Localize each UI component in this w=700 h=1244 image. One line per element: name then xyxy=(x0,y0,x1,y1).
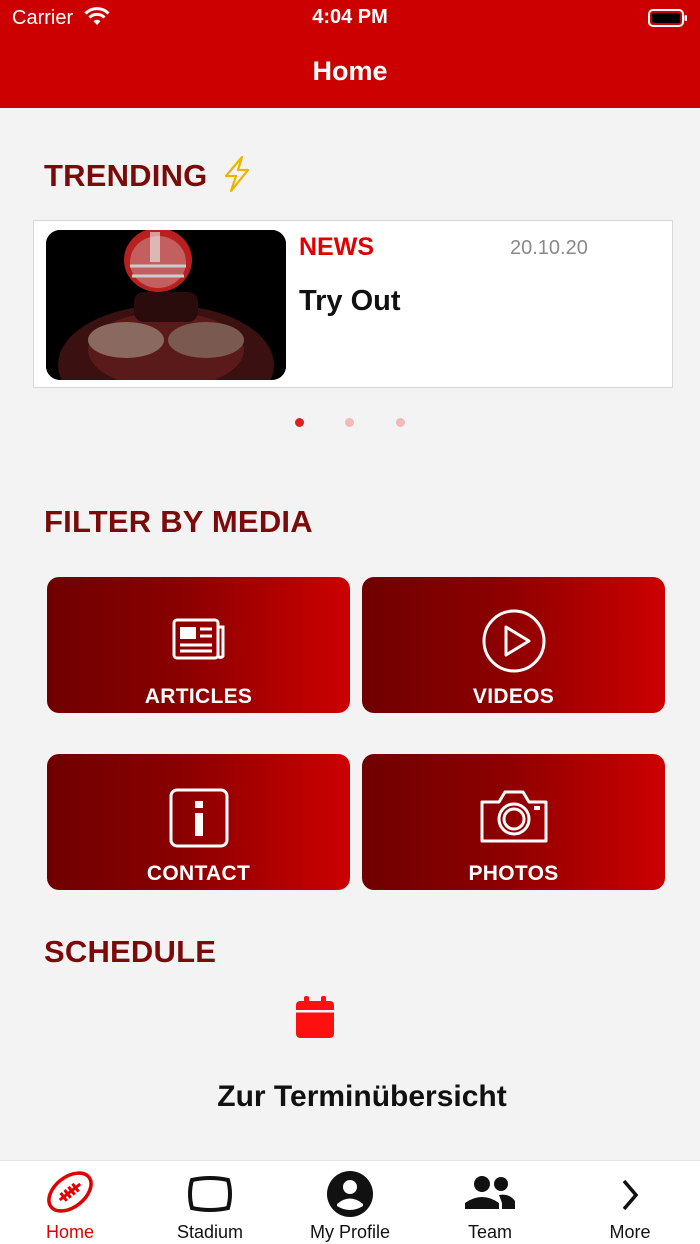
page-dot-3[interactable] xyxy=(396,418,405,427)
trending-news-card[interactable]: NEWS 20.10.20 Try Out xyxy=(33,220,673,388)
info-icon xyxy=(169,788,228,848)
articles-button[interactable]: ARTICLES xyxy=(47,577,350,713)
status-time: 4:04 PM xyxy=(312,6,388,28)
tab-more-label: More xyxy=(609,1222,651,1242)
filter-title: FILTER BY MEDIA xyxy=(44,504,313,539)
contact-button[interactable]: CONTACT xyxy=(47,754,350,890)
calendar-icon[interactable] xyxy=(296,996,334,1038)
tab-stadium-label: Stadium xyxy=(176,1222,244,1242)
trending-title: TRENDING xyxy=(44,158,208,193)
screen-icon xyxy=(188,1176,232,1212)
tab-my-profile[interactable]: My Profile xyxy=(280,1161,420,1244)
photos-button[interactable]: PHOTOS xyxy=(362,754,665,890)
status-bar: Carrier 4:04 PM xyxy=(0,0,700,36)
trending-heading: TRENDING xyxy=(44,155,252,194)
schedule-overview-link[interactable]: Zur Terminübersicht xyxy=(0,1080,700,1114)
profile-icon xyxy=(327,1171,373,1217)
lightning-icon xyxy=(225,155,250,193)
photos-label: PHOTOS xyxy=(468,862,559,885)
football-icon xyxy=(47,1171,93,1213)
chevron-right-icon xyxy=(622,1179,639,1211)
schedule-title: SCHEDULE xyxy=(44,934,217,969)
app-header: Carrier 4:04 PM Home xyxy=(0,0,700,108)
news-category: NEWS xyxy=(299,233,374,261)
football-player-image xyxy=(46,230,286,380)
news-date: 20.10.20 xyxy=(510,237,588,259)
tab-my-profile-label: My Profile xyxy=(309,1222,390,1242)
play-circle-icon xyxy=(482,609,545,673)
tab-more[interactable]: More xyxy=(560,1161,700,1244)
tab-bar: Home Stadium My Profile Team More xyxy=(0,1160,700,1244)
battery-icon xyxy=(648,9,687,27)
team-icon xyxy=(465,1176,515,1209)
page-dot-2[interactable] xyxy=(345,418,354,427)
newspaper-icon xyxy=(172,618,224,660)
news-headline: Try Out xyxy=(299,285,401,317)
tab-team-label: Team xyxy=(467,1222,512,1242)
tab-home[interactable]: Home xyxy=(0,1161,140,1244)
news-thumbnail xyxy=(46,230,286,380)
tab-home-label: Home xyxy=(45,1222,94,1242)
page-dot-1[interactable] xyxy=(295,418,304,427)
videos-button[interactable]: VIDEOS xyxy=(362,577,665,713)
tab-team[interactable]: Team xyxy=(420,1161,560,1244)
tab-stadium[interactable]: Stadium xyxy=(140,1161,280,1244)
videos-label: VIDEOS xyxy=(472,685,555,708)
articles-label: ARTICLES xyxy=(144,685,253,708)
contact-label: CONTACT xyxy=(146,862,251,885)
page-title: Home xyxy=(312,56,388,86)
camera-icon xyxy=(480,790,547,843)
